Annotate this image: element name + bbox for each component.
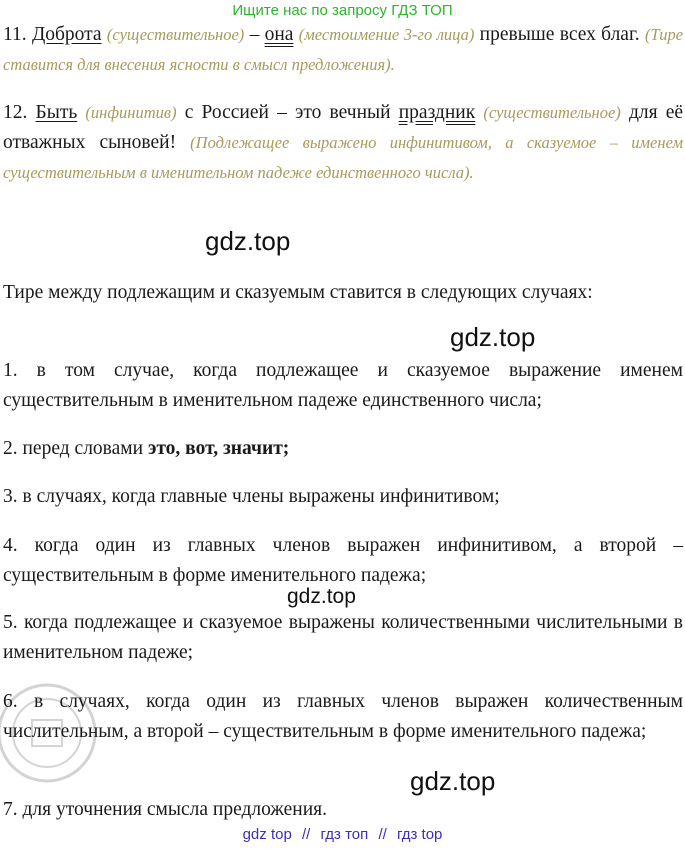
rule-item-7: 7. для уточнения смысла предложения. [3,799,327,820]
rule-text: 2. перед словами [3,438,144,459]
sentence-number: 12. [3,102,28,123]
subject-word: Быть [35,102,78,123]
grammar-note: (существительное) [106,25,245,44]
rule-item-6: 6. в случаях, когда один из главных член… [3,691,683,742]
footer-link[interactable]: гдз top [397,826,442,843]
watermark-gdz-top: gdz.top [287,585,356,608]
sentence-number: 11. [3,24,27,45]
footer-separator: // [378,826,387,843]
footer-separator: // [301,826,311,843]
sentence-11: 11. Доброта (существительное) – она (мес… [3,20,683,80]
sentence-text: превыше всех благ. [479,24,640,45]
rules-intro: Тире между подлежащим и сказуемым ставит… [3,282,593,303]
sentence-text: с Россией – это вечный [184,102,391,123]
rule-item-3: 3. в случаях, когда главные члены выраже… [3,486,500,507]
sentence-12: 12. Быть (инфинитив) с Россией – это веч… [3,98,683,188]
grammar-note: (существительное) [483,103,621,122]
header-banner: Ищите нас по запросу ГДЗ ТОП [232,2,453,19]
footer-link[interactable]: гдз топ [321,826,369,843]
predicate-word: она [264,24,294,45]
rule-item-2: 2. перед словами это, вот, значит; [3,434,683,464]
rule-item-4: 4. когда один из главных членов выражен … [3,535,683,586]
watermark-gdz-top: gdz.top [410,766,496,796]
subject-word: Доброта [31,24,102,45]
watermark-gdz-top: gdz.top [205,226,291,256]
grammar-note: (инфинитив) [85,103,177,122]
rule-item-1: 1. в том случае, когда подлежащее и сказ… [3,360,683,411]
footer-link[interactable]: gdz top [243,826,292,843]
dash: – [249,24,260,45]
rule-item-5: 5. когда подлежащее и сказуемое выражены… [3,612,683,663]
rule-keywords: это, вот, значит; [147,438,290,459]
predicate-word: праздник [398,102,476,123]
footer-links: gdz top // гдз топ // гдз top [0,826,685,843]
watermark-gdz-top: gdz.top [450,322,536,352]
grammar-note: (местоимение 3-го лица) [298,25,475,44]
